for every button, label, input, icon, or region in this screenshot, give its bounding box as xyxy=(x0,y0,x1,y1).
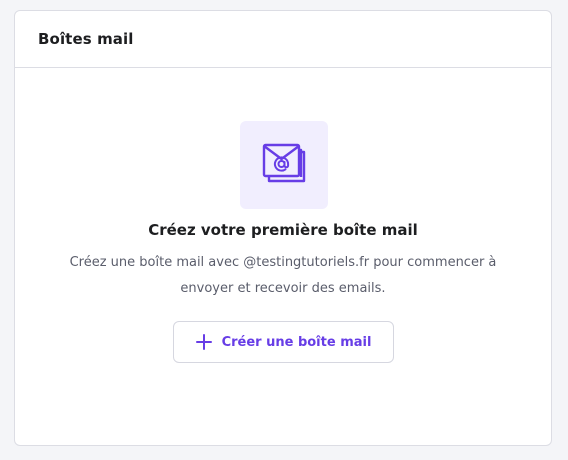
card-header: Boîtes mail xyxy=(15,11,551,68)
empty-state: Créez votre première boîte mail Créez un… xyxy=(15,68,551,445)
card-title: Boîtes mail xyxy=(38,30,134,48)
create-mailbox-button[interactable]: Créer une boîte mail xyxy=(173,321,394,363)
mail-icon-tile xyxy=(240,121,328,209)
mailboxes-card: Boîtes mail Créez votre première boîte m… xyxy=(14,10,552,446)
plus-icon xyxy=(195,334,212,350)
create-mailbox-label: Créer une boîte mail xyxy=(221,334,372,350)
empty-state-description: Créez une boîte mail avec @testingtutori… xyxy=(69,255,497,296)
mail-at-icon xyxy=(262,143,306,183)
empty-state-title: Créez votre première boîte mail xyxy=(148,221,418,239)
